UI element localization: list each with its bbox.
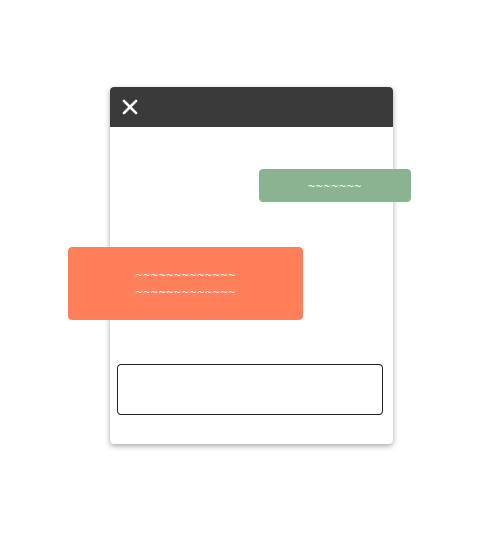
close-icon xyxy=(122,99,138,115)
stage: ~~~~~~~ ~~~~~~~~~~~~~ ~~~~~~~~~~~~~ xyxy=(0,0,504,533)
close-button[interactable] xyxy=(118,95,142,119)
received-message-line: ~~~~~~~~~~~~~ xyxy=(135,267,236,282)
received-message-line: ~~~~~~~~~~~~~ xyxy=(135,284,236,299)
received-message-bubble: ~~~~~~~~~~~~~ ~~~~~~~~~~~~~ xyxy=(68,247,303,320)
chat-header xyxy=(110,87,393,127)
message-input[interactable] xyxy=(117,364,383,415)
sent-message-text: ~~~~~~~ xyxy=(307,178,363,193)
sent-message-bubble: ~~~~~~~ xyxy=(259,169,411,202)
